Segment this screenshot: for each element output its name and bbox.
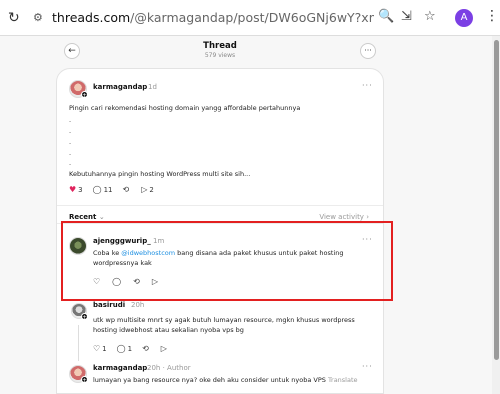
heart-icon: ♡ bbox=[93, 344, 101, 353]
post-line-2: . bbox=[69, 116, 72, 124]
comment-button[interactable]: ◯ 11 bbox=[93, 185, 113, 194]
thread-title: Thread bbox=[203, 41, 237, 51]
repost-icon: ⟲ bbox=[142, 344, 149, 353]
url-host: threads.com bbox=[52, 10, 131, 25]
url-path: /@karmagandap/post/DW6oGNj6wY?xmt=AQF0Jz… bbox=[130, 10, 374, 25]
like-button[interactable]: ♡ 1 bbox=[93, 344, 107, 353]
thread-more-button[interactable]: ··· bbox=[360, 43, 376, 59]
post-line-6: . bbox=[69, 159, 72, 167]
follow-plus-icon[interactable]: + bbox=[81, 91, 88, 99]
bookmark-star-icon[interactable]: ☆ bbox=[424, 9, 436, 24]
browser-menu-icon[interactable]: ⋮ bbox=[485, 8, 499, 24]
thread-views[interactable]: 579 views bbox=[56, 52, 384, 59]
author-tag: Author bbox=[167, 364, 191, 372]
divider bbox=[57, 205, 383, 206]
follow-plus-icon[interactable]: + bbox=[81, 313, 88, 321]
install-app-icon[interactable]: ⇲ bbox=[401, 9, 412, 24]
comment-button[interactable]: ◯ 1 bbox=[117, 344, 132, 353]
comment-icon: ◯ bbox=[116, 344, 126, 353]
highlight-box bbox=[61, 221, 393, 301]
reply-more-icon[interactable]: ··· bbox=[362, 362, 373, 371]
reply-text: lumayan ya bang resource nya? oke deh ak… bbox=[93, 375, 363, 385]
browser-toolbar: ↻ ⚙ threads.com/@karmagandap/post/DW6oGN… bbox=[0, 0, 500, 36]
thread-header: ← Thread 579 views ··· bbox=[56, 38, 384, 66]
reply-username[interactable]: karmagandap bbox=[93, 364, 147, 372]
reply-time: 20h · Author bbox=[147, 364, 191, 372]
post-line-7: Kebutuhannya pingin hosting WordPress mu… bbox=[69, 170, 251, 178]
post-time[interactable]: 1d bbox=[148, 83, 157, 91]
reply-text: utk wp multisite mnrt sy agak butuh luma… bbox=[93, 316, 355, 334]
heart-filled-icon: ♥ bbox=[69, 185, 77, 194]
comment-count: 11 bbox=[103, 185, 113, 194]
page-scrollbar-thumb[interactable] bbox=[494, 40, 499, 360]
reply-text-body: lumayan ya bang resource nya? oke deh ak… bbox=[93, 376, 326, 384]
post-more-icon[interactable]: ··· bbox=[362, 81, 373, 90]
repost-button[interactable]: ⟲ bbox=[123, 185, 132, 194]
profile-avatar[interactable]: A bbox=[455, 9, 473, 27]
repost-icon: ⟲ bbox=[122, 185, 130, 194]
comment-icon: ◯ bbox=[92, 185, 102, 194]
chevron-right-icon: › bbox=[366, 213, 369, 221]
like-count: 1 bbox=[102, 344, 107, 353]
post-line-1: Pingin cari rekomendasi hosting domain y… bbox=[69, 104, 301, 112]
zoom-icon[interactable]: 🔍 bbox=[378, 9, 394, 24]
post-line-5: . bbox=[69, 149, 72, 157]
reply-username[interactable]: basirudi bbox=[93, 301, 125, 309]
share-count: 2 bbox=[149, 185, 154, 194]
share-icon: ▷ bbox=[160, 344, 167, 353]
reply-time-value[interactable]: 20h bbox=[147, 364, 160, 372]
thread-connector-line bbox=[78, 325, 79, 361]
sort-recent-dropdown[interactable]: Recent ⌄ bbox=[69, 213, 105, 221]
translate-link[interactable]: Translate bbox=[328, 376, 358, 384]
like-button[interactable]: ♥ 3 bbox=[69, 185, 83, 194]
chevron-down-icon: ⌄ bbox=[98, 213, 105, 221]
follow-plus-icon[interactable]: + bbox=[81, 376, 88, 384]
view-activity-link[interactable]: View activity › bbox=[319, 213, 369, 221]
address-bar[interactable]: threads.com/@karmagandap/post/DW6oGNj6wY… bbox=[52, 10, 374, 25]
share-button[interactable]: ▷ bbox=[161, 344, 169, 353]
post-username[interactable]: karmagandap bbox=[93, 83, 147, 91]
post-line-3: . bbox=[69, 127, 72, 135]
reload-icon[interactable]: ↻ bbox=[8, 10, 20, 26]
back-button[interactable]: ← bbox=[64, 43, 80, 59]
share-button[interactable]: ▷ 2 bbox=[141, 185, 154, 194]
post-actions: ♥ 3 ◯ 11 ⟲ ▷ 2 bbox=[69, 185, 164, 194]
recent-label: Recent bbox=[69, 213, 97, 221]
repost-button[interactable]: ⟲ bbox=[142, 344, 151, 353]
comment-count: 1 bbox=[127, 344, 133, 353]
post-line-4: . bbox=[69, 138, 72, 146]
reply-time[interactable]: 20h bbox=[131, 301, 144, 309]
view-activity-label: View activity bbox=[319, 213, 364, 221]
share-icon: ▷ bbox=[141, 185, 148, 194]
like-count: 3 bbox=[78, 185, 83, 194]
reply-actions: ♡ 1 ◯ 1 ⟲ ▷ bbox=[93, 344, 179, 353]
site-info-icon[interactable]: ⚙ bbox=[33, 11, 43, 24]
